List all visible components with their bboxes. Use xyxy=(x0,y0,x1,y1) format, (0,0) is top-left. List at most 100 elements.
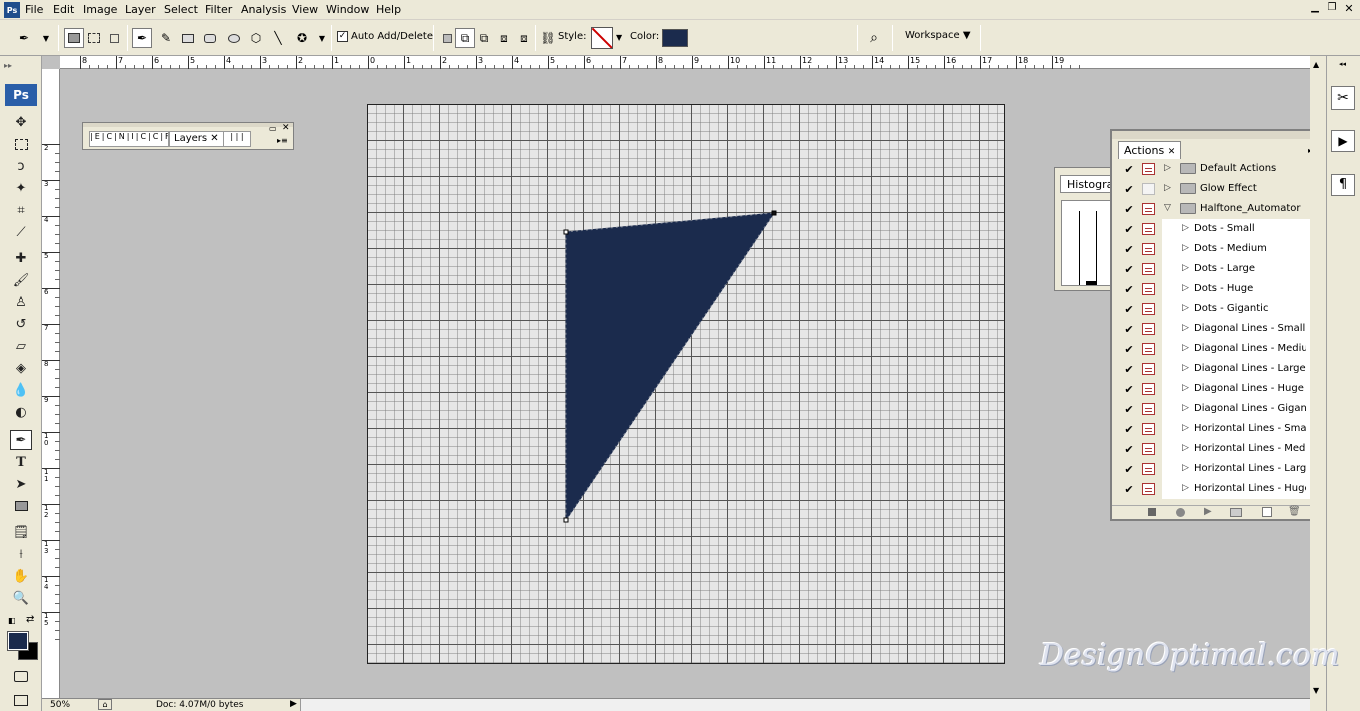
action-row[interactable]: ✔ ▷ Horizontal Lines - Large xyxy=(1116,459,1312,479)
dialog-toggle[interactable] xyxy=(1142,363,1155,375)
expand-triangle-icon[interactable]: ▷ xyxy=(1182,303,1189,313)
record-button[interactable] xyxy=(1176,508,1185,517)
action-toggle-check-icon[interactable]: ✔ xyxy=(1122,243,1136,257)
brush-tool-icon[interactable]: 🖌 xyxy=(10,270,32,290)
workspace-menu[interactable]: Workspace ▼ xyxy=(905,30,971,41)
expand-triangle-icon[interactable]: ▷ xyxy=(1182,463,1189,473)
expand-triangle-icon[interactable]: ▷ xyxy=(1182,283,1189,293)
action-toggle-check-icon[interactable]: ✔ xyxy=(1122,183,1136,197)
expand-triangle-icon[interactable]: ▷ xyxy=(1182,423,1189,433)
expand-triangle-icon[interactable]: ▷ xyxy=(1182,383,1189,393)
action-toggle-check-icon[interactable]: ✔ xyxy=(1122,483,1136,497)
minimize-button[interactable]: ▁ xyxy=(1308,2,1322,16)
auto-add-delete-checkbox[interactable]: ✓ xyxy=(337,31,348,42)
subtract-shape-area-icon[interactable]: ⧉ xyxy=(474,28,494,48)
dialog-toggle[interactable] xyxy=(1142,443,1155,455)
fill-pixels-button[interactable] xyxy=(104,28,124,48)
expand-triangle-icon[interactable]: ▷ xyxy=(1182,483,1189,493)
action-row[interactable]: ✔ ▷ Glow Effect xyxy=(1116,179,1312,199)
expand-triangle-icon[interactable]: ▷ xyxy=(1182,363,1189,373)
toolbox-grip[interactable]: ▸▸ xyxy=(4,61,12,70)
shape-layers-button[interactable] xyxy=(64,28,84,48)
marquee-tool-icon[interactable] xyxy=(10,134,32,154)
rectangle-shape-icon[interactable] xyxy=(178,28,198,48)
dialog-toggle[interactable] xyxy=(1142,163,1155,175)
swap-colors-icon[interactable]: ⇄ xyxy=(26,614,34,625)
action-toggle-check-icon[interactable]: ✔ xyxy=(1122,263,1136,277)
action-toggle-check-icon[interactable]: ✔ xyxy=(1122,443,1136,457)
action-row[interactable]: ✔ ▷ Diagonal Lines - Huge xyxy=(1116,379,1312,399)
menu-select[interactable]: Select xyxy=(164,3,198,16)
expand-triangle-icon[interactable]: ▷ xyxy=(1164,183,1171,193)
dialog-toggle[interactable] xyxy=(1142,243,1155,255)
workspace-vertical-scrollbar[interactable]: ▲ ▼ xyxy=(1310,56,1326,711)
eraser-tool-icon[interactable]: ▱ xyxy=(10,336,32,356)
close-button[interactable]: ✕ xyxy=(1342,2,1356,16)
action-row[interactable]: ✔ ▷ Horizontal Lines - Huge xyxy=(1116,479,1312,499)
dialog-toggle[interactable] xyxy=(1142,283,1155,295)
action-toggle-check-icon[interactable]: ✔ xyxy=(1122,343,1136,357)
custom-shape-icon[interactable]: ✪ xyxy=(292,28,312,48)
status-options-icon[interactable]: ⌂ xyxy=(98,699,112,710)
expand-triangle-icon[interactable]: ▷ xyxy=(1182,323,1189,333)
horizontal-scrollbar[interactable] xyxy=(300,699,1310,711)
polygon-icon[interactable]: ⬡ xyxy=(246,28,266,48)
menu-image[interactable]: Image xyxy=(83,3,117,16)
menu-edit[interactable]: Edit xyxy=(53,3,74,16)
style-dropdown-icon[interactable]: ▼ xyxy=(616,33,622,42)
dialog-toggle[interactable] xyxy=(1142,223,1155,235)
default-colors-icon[interactable]: ◧ xyxy=(8,616,16,625)
action-toggle-check-icon[interactable]: ✔ xyxy=(1122,383,1136,397)
crop-tool-icon[interactable]: ⌗ xyxy=(10,200,32,220)
tool-presets-icon[interactable]: ✂ xyxy=(1331,86,1355,110)
eyedropper-icon[interactable]: ⟊ xyxy=(10,544,32,564)
play-button[interactable]: ▶ xyxy=(1204,506,1212,517)
expand-triangle-icon[interactable]: ▷ xyxy=(1182,243,1189,253)
document-canvas[interactable] xyxy=(367,104,1005,664)
action-row[interactable]: ✔ ▷ Dots - Medium xyxy=(1116,239,1312,259)
new-shape-area-icon[interactable] xyxy=(437,28,457,48)
stop-button[interactable] xyxy=(1148,508,1156,516)
action-toggle-check-icon[interactable]: ✔ xyxy=(1122,203,1136,217)
action-toggle-check-icon[interactable]: ✔ xyxy=(1122,283,1136,297)
dialog-toggle[interactable] xyxy=(1142,463,1155,475)
hand-tool-icon[interactable]: ✋ xyxy=(10,566,32,586)
action-row[interactable]: ✔ ▷ Dots - Huge xyxy=(1116,279,1312,299)
app-icon[interactable]: Ps xyxy=(4,2,20,18)
screen-mode-icon[interactable] xyxy=(10,690,32,710)
action-toggle-check-icon[interactable]: ✔ xyxy=(1122,303,1136,317)
slice-tool-icon[interactable]: ⟋ xyxy=(10,222,32,242)
dialog-toggle[interactable] xyxy=(1142,483,1155,495)
menu-help[interactable]: Help xyxy=(376,3,401,16)
zoom-tool-icon[interactable]: 🔍 xyxy=(10,588,32,608)
action-row[interactable]: ✔ ▷ Diagonal Lines - Small xyxy=(1116,319,1312,339)
collapse-triangle-icon[interactable]: ▽ xyxy=(1164,203,1171,213)
triangle-shape[interactable] xyxy=(368,105,1006,665)
shape-tool-icon[interactable] xyxy=(10,496,32,516)
menu-window[interactable]: Window xyxy=(326,3,369,16)
quick-mask-icon[interactable] xyxy=(10,666,32,686)
menu-file[interactable]: File xyxy=(25,3,43,16)
file-browser-icon[interactable]: ⌕ xyxy=(864,28,884,48)
action-row[interactable]: ✔ ▷ Horizontal Lines - Small xyxy=(1116,419,1312,439)
dialog-toggle[interactable] xyxy=(1142,383,1155,395)
notes-tool-icon[interactable]: 🗒 xyxy=(10,522,32,542)
new-action-icon[interactable] xyxy=(1262,507,1272,517)
pen-tool-icon[interactable]: ✒ xyxy=(132,28,152,48)
dialog-toggle[interactable] xyxy=(1142,183,1155,195)
dialog-toggle[interactable] xyxy=(1142,303,1155,315)
move-tool-icon[interactable]: ✥ xyxy=(10,112,32,132)
ellipse-icon[interactable] xyxy=(224,28,244,48)
menu-analysis[interactable]: Analysis xyxy=(241,3,286,16)
clone-stamp-icon[interactable]: ♙ xyxy=(10,292,32,312)
actions-tab-close-icon[interactable]: ✕ xyxy=(1168,147,1176,157)
action-row[interactable]: ✔ ▷ Diagonal Lines - Medium xyxy=(1116,339,1312,359)
dialog-toggle[interactable] xyxy=(1142,263,1155,275)
dialog-toggle[interactable] xyxy=(1142,203,1155,215)
blur-tool-icon[interactable]: 💧 xyxy=(10,380,32,400)
expand-triangle-icon[interactable]: ▷ xyxy=(1164,163,1171,173)
collapsed-tabs[interactable]: |E|C|N|I|C|C|F|H|L xyxy=(89,131,169,147)
menu-layer[interactable]: Layer xyxy=(125,3,156,16)
freeform-pen-icon[interactable]: ✎ xyxy=(156,28,176,48)
action-row[interactable]: ✔ ▷ Default Actions xyxy=(1116,159,1312,179)
